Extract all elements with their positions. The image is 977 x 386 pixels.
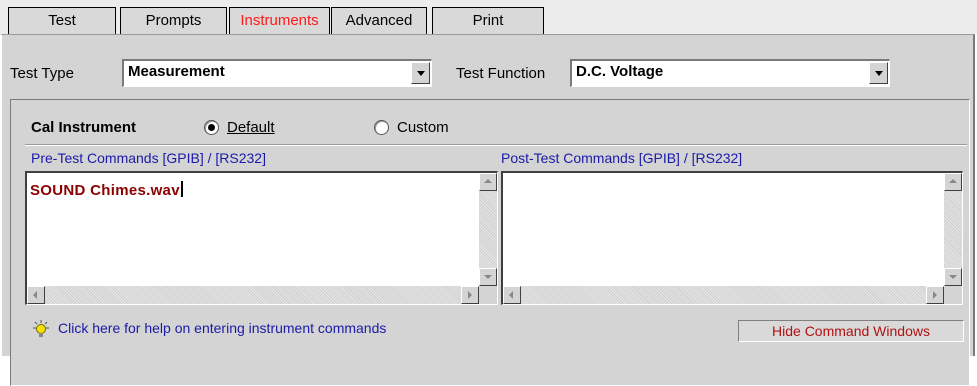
hide-command-windows-button[interactable]: Hide Command Windows <box>738 320 964 342</box>
scroll-left-icon[interactable] <box>503 286 521 304</box>
test-type-label: Test Type <box>10 65 74 82</box>
tab-bar: Test Prompts Instruments Advanced Print <box>0 0 977 34</box>
tab-advanced[interactable]: Advanced <box>331 7 427 34</box>
tab-test[interactable]: Test <box>8 7 116 34</box>
custom-radio[interactable] <box>374 120 389 135</box>
default-radio[interactable] <box>204 120 219 135</box>
tab-instruments[interactable]: Instruments <box>229 7 330 34</box>
scrollbar-corner <box>479 286 497 304</box>
lightbulb-icon <box>33 320 49 337</box>
post-test-commands-input[interactable] <box>501 171 963 305</box>
scroll-down-icon[interactable] <box>479 268 497 286</box>
dropdown-arrow-icon[interactable] <box>869 62 888 84</box>
pre-test-commands-input[interactable]: SOUND Chimes.wav <box>25 171 498 305</box>
post-test-horizontal-scrollbar[interactable] <box>503 286 944 304</box>
test-type-select[interactable]: Measurement <box>122 59 432 87</box>
custom-radio-label[interactable]: Custom <box>397 119 449 136</box>
test-type-value: Measurement <box>128 63 225 80</box>
help-link[interactable]: Click here for help on entering instrume… <box>58 320 386 336</box>
tab-prompts[interactable]: Prompts <box>120 7 227 34</box>
pre-test-label: Pre-Test Commands [GPIB] / [RS232] <box>31 150 266 166</box>
test-function-select[interactable]: D.C. Voltage <box>570 59 890 87</box>
scrollbar-corner <box>944 286 962 304</box>
cal-instrument-label: Cal Instrument <box>31 119 137 136</box>
default-radio-label[interactable]: Default <box>227 119 275 136</box>
pre-test-commands-text: SOUND Chimes.wav <box>30 181 183 199</box>
scroll-left-icon[interactable] <box>27 286 45 304</box>
scroll-down-icon[interactable] <box>944 268 962 286</box>
test-function-label: Test Function <box>456 65 546 82</box>
divider <box>25 144 967 146</box>
instruments-panel: Test Type Measurement Test Function D.C.… <box>0 34 975 386</box>
pre-test-vertical-scrollbar[interactable] <box>479 173 497 286</box>
scroll-right-icon[interactable] <box>926 286 944 304</box>
post-test-vertical-scrollbar[interactable] <box>944 173 962 286</box>
scroll-up-icon[interactable] <box>479 173 497 191</box>
cal-instrument-group: Cal Instrument Default Custom Pre-Test C… <box>10 99 970 386</box>
tab-print[interactable]: Print <box>432 7 544 34</box>
dropdown-arrow-icon[interactable] <box>411 62 430 84</box>
scroll-up-icon[interactable] <box>944 173 962 191</box>
scroll-right-icon[interactable] <box>461 286 479 304</box>
pre-test-horizontal-scrollbar[interactable] <box>27 286 479 304</box>
test-function-value: D.C. Voltage <box>576 63 664 80</box>
post-test-label: Post-Test Commands [GPIB] / [RS232] <box>501 150 743 166</box>
